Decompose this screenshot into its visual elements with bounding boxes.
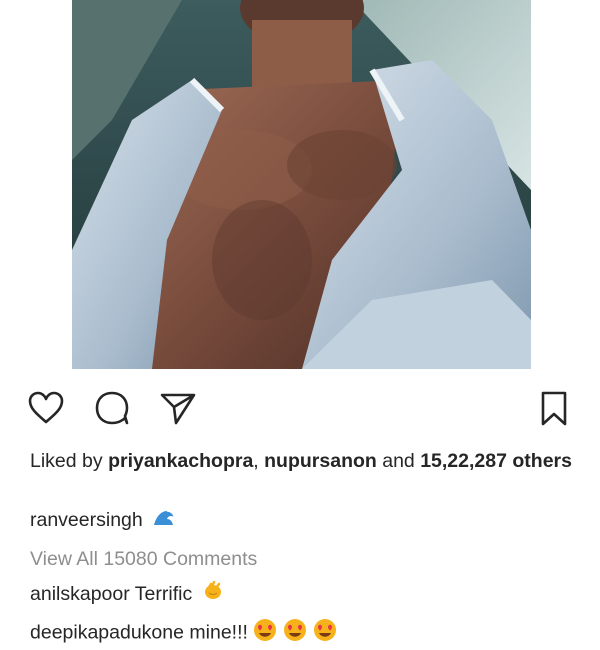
- view-all-comments-link[interactable]: View All 15080 Comments: [30, 546, 257, 572]
- likes-count[interactable]: 15,22,287: [420, 450, 507, 472]
- liker-username-2[interactable]: nupursanon: [264, 450, 377, 472]
- post-photo[interactable]: [72, 0, 531, 369]
- heart-eyes-emoji: [312, 618, 338, 649]
- heart-eyes-emoji: [252, 618, 278, 649]
- likes-others[interactable]: others: [512, 450, 572, 472]
- likes-and: and: [376, 450, 421, 472]
- likes-separator: ,: [253, 450, 265, 472]
- comment-item: deepikapadukone mine!!!: [30, 618, 338, 649]
- comment-item: anilskapoor Terrific: [30, 581, 224, 608]
- paper-plane-icon[interactable]: [154, 384, 202, 432]
- wave-emoji: [152, 507, 176, 534]
- comment-text: Terrific: [129, 583, 193, 605]
- instagram-post: Liked by priyankachopra, nupursanon and …: [0, 0, 600, 650]
- comment-username[interactable]: anilskapoor: [30, 583, 130, 605]
- comment-bubble-icon[interactable]: [88, 384, 136, 432]
- caption-username[interactable]: ranveersingh: [30, 509, 143, 531]
- clap-emoji: [202, 581, 224, 608]
- post-action-bar: [0, 384, 600, 434]
- likes-summary: Liked by priyankachopra, nupursanon and …: [30, 448, 575, 474]
- post-photo-illustration: [72, 0, 531, 369]
- bookmark-icon[interactable]: [530, 384, 578, 432]
- liker-username-1[interactable]: priyankachopra: [108, 450, 253, 472]
- heart-eyes-emoji: [282, 618, 308, 649]
- comment-username[interactable]: deepikapadukone: [30, 622, 184, 644]
- heart-outline-icon[interactable]: [22, 384, 70, 432]
- post-caption: ranveersingh: [30, 507, 176, 534]
- likes-prefix: Liked by: [30, 450, 109, 472]
- comment-text: mine!!!: [183, 621, 248, 644]
